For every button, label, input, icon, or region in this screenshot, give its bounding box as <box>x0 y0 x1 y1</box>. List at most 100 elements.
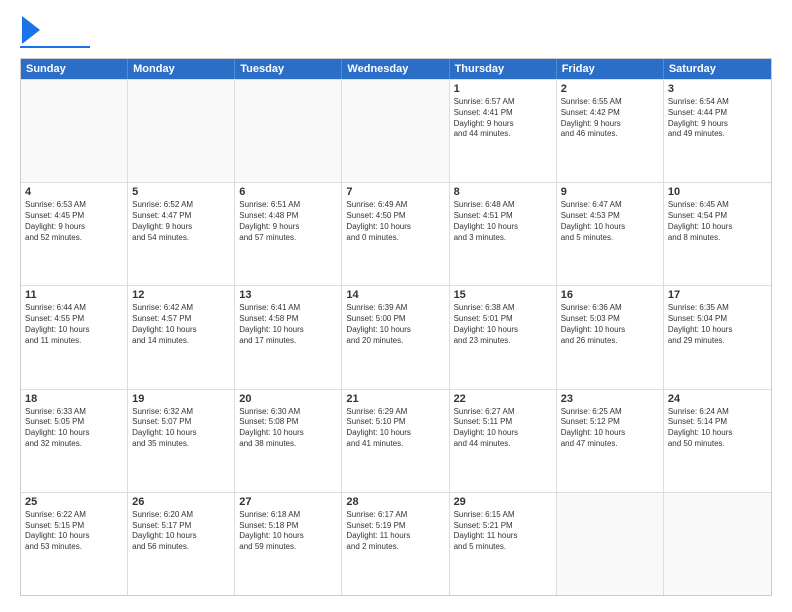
calendar-cell: 1Sunrise: 6:57 AM Sunset: 4:41 PM Daylig… <box>450 80 557 182</box>
day-number: 16 <box>561 289 659 301</box>
day-info: Sunrise: 6:42 AM Sunset: 4:57 PM Dayligh… <box>132 303 230 346</box>
day-number: 1 <box>454 83 552 95</box>
day-info: Sunrise: 6:45 AM Sunset: 4:54 PM Dayligh… <box>668 200 767 243</box>
calendar-cell: 9 Sunrise: 6:47 AM Sunset: 4:53 PM Daylig… <box>557 183 664 285</box>
calendar-header-day: Sunday <box>21 59 128 79</box>
calendar-cell <box>235 80 342 182</box>
calendar-cell: 22 Sunrise: 6:27 AM Sunset: 5:11 PM Dayli… <box>450 390 557 492</box>
day-info: Sunrise: 6:51 AM Sunset: 4:48 PM Dayligh… <box>239 200 337 243</box>
day-info: Sunrise: 6:25 AM Sunset: 5:12 PM Dayligh… <box>561 407 659 450</box>
day-number: 12 <box>132 289 230 301</box>
calendar-cell <box>21 80 128 182</box>
calendar-cell: 4 Sunrise: 6:53 AM Sunset: 4:45 PM Daylig… <box>21 183 128 285</box>
day-info: Sunrise: 6:47 AM Sunset: 4:53 PM Dayligh… <box>561 200 659 243</box>
day-number: 21 <box>346 393 444 405</box>
calendar-cell: 5 Sunrise: 6:52 AM Sunset: 4:47 PM Daylig… <box>128 183 235 285</box>
calendar-header-day: Thursday <box>450 59 557 79</box>
calendar-header: SundayMondayTuesdayWednesdayThursdayFrid… <box>21 59 771 79</box>
day-number: 10 <box>668 186 767 198</box>
calendar-cell: 14 Sunrise: 6:39 AM Sunset: 5:00 PM Dayli… <box>342 286 449 388</box>
calendar-cell: 6 Sunrise: 6:51 AM Sunset: 4:48 PM Daylig… <box>235 183 342 285</box>
day-number: 29 <box>454 496 552 508</box>
day-number: 5 <box>132 186 230 198</box>
calendar-cell: 8 Sunrise: 6:48 AM Sunset: 4:51 PM Daylig… <box>450 183 557 285</box>
calendar-cell: 26 Sunrise: 6:20 AM Sunset: 5:17 PM Dayli… <box>128 493 235 595</box>
day-info: Sunrise: 6:54 AM Sunset: 4:44 PM Dayligh… <box>668 97 767 140</box>
calendar-cell: 10 Sunrise: 6:45 AM Sunset: 4:54 PM Dayli… <box>664 183 771 285</box>
calendar-cell: 17 Sunrise: 6:35 AM Sunset: 5:04 PM Dayli… <box>664 286 771 388</box>
day-number: 28 <box>346 496 444 508</box>
calendar: SundayMondayTuesdayWednesdayThursdayFrid… <box>20 58 772 596</box>
day-number: 19 <box>132 393 230 405</box>
day-number: 11 <box>25 289 123 301</box>
calendar-header-day: Monday <box>128 59 235 79</box>
calendar-cell: 18Sunrise: 6:33 AM Sunset: 5:05 PM Dayli… <box>21 390 128 492</box>
logo-triangle-icon <box>22 16 40 44</box>
day-number: 7 <box>346 186 444 198</box>
day-info: Sunrise: 6:36 AM Sunset: 5:03 PM Dayligh… <box>561 303 659 346</box>
day-number: 4 <box>25 186 123 198</box>
calendar-cell: 20 Sunrise: 6:30 AM Sunset: 5:08 PM Dayli… <box>235 390 342 492</box>
day-info: Sunrise: 6:18 AM Sunset: 5:18 PM Dayligh… <box>239 510 337 553</box>
day-number: 2 <box>561 83 659 95</box>
calendar-cell: 28 Sunrise: 6:17 AM Sunset: 5:19 PM Dayli… <box>342 493 449 595</box>
calendar-cell <box>342 80 449 182</box>
day-info: Sunrise: 6:55 AM Sunset: 4:42 PM Dayligh… <box>561 97 659 140</box>
day-number: 18 <box>25 393 123 405</box>
logo-underline <box>20 46 90 48</box>
day-number: 26 <box>132 496 230 508</box>
calendar-header-day: Wednesday <box>342 59 449 79</box>
calendar-row: 1Sunrise: 6:57 AM Sunset: 4:41 PM Daylig… <box>21 79 771 182</box>
day-info: Sunrise: 6:20 AM Sunset: 5:17 PM Dayligh… <box>132 510 230 553</box>
calendar-cell: 29 Sunrise: 6:15 AM Sunset: 5:21 PM Dayli… <box>450 493 557 595</box>
day-number: 23 <box>561 393 659 405</box>
calendar-cell <box>128 80 235 182</box>
calendar-cell: 19 Sunrise: 6:32 AM Sunset: 5:07 PM Dayli… <box>128 390 235 492</box>
day-info: Sunrise: 6:53 AM Sunset: 4:45 PM Dayligh… <box>25 200 123 243</box>
day-number: 15 <box>454 289 552 301</box>
day-info: Sunrise: 6:41 AM Sunset: 4:58 PM Dayligh… <box>239 303 337 346</box>
calendar-cell: 15 Sunrise: 6:38 AM Sunset: 5:01 PM Dayli… <box>450 286 557 388</box>
day-number: 8 <box>454 186 552 198</box>
day-info: Sunrise: 6:52 AM Sunset: 4:47 PM Dayligh… <box>132 200 230 243</box>
day-number: 9 <box>561 186 659 198</box>
calendar-header-day: Tuesday <box>235 59 342 79</box>
day-info: Sunrise: 6:32 AM Sunset: 5:07 PM Dayligh… <box>132 407 230 450</box>
calendar-row: 25 Sunrise: 6:22 AM Sunset: 5:15 PM Dayli… <box>21 492 771 595</box>
day-number: 20 <box>239 393 337 405</box>
calendar-cell: 12 Sunrise: 6:42 AM Sunset: 4:57 PM Dayli… <box>128 286 235 388</box>
calendar-cell: 16 Sunrise: 6:36 AM Sunset: 5:03 PM Dayli… <box>557 286 664 388</box>
day-info: Sunrise: 6:35 AM Sunset: 5:04 PM Dayligh… <box>668 303 767 346</box>
day-info: Sunrise: 6:17 AM Sunset: 5:19 PM Dayligh… <box>346 510 444 553</box>
day-number: 27 <box>239 496 337 508</box>
calendar-cell: 2 Sunrise: 6:55 AM Sunset: 4:42 PM Daylig… <box>557 80 664 182</box>
day-number: 22 <box>454 393 552 405</box>
day-number: 13 <box>239 289 337 301</box>
day-number: 6 <box>239 186 337 198</box>
calendar-cell: 7 Sunrise: 6:49 AM Sunset: 4:50 PM Daylig… <box>342 183 449 285</box>
calendar-cell: 11Sunrise: 6:44 AM Sunset: 4:55 PM Dayli… <box>21 286 128 388</box>
page: SundayMondayTuesdayWednesdayThursdayFrid… <box>0 0 792 612</box>
day-info: Sunrise: 6:39 AM Sunset: 5:00 PM Dayligh… <box>346 303 444 346</box>
day-number: 3 <box>668 83 767 95</box>
calendar-cell <box>557 493 664 595</box>
header <box>20 16 772 48</box>
calendar-cell: 27 Sunrise: 6:18 AM Sunset: 5:18 PM Dayli… <box>235 493 342 595</box>
day-info: Sunrise: 6:38 AM Sunset: 5:01 PM Dayligh… <box>454 303 552 346</box>
calendar-cell: 13 Sunrise: 6:41 AM Sunset: 4:58 PM Dayli… <box>235 286 342 388</box>
day-number: 17 <box>668 289 767 301</box>
day-number: 25 <box>25 496 123 508</box>
calendar-cell: 25 Sunrise: 6:22 AM Sunset: 5:15 PM Dayli… <box>21 493 128 595</box>
calendar-body: 1Sunrise: 6:57 AM Sunset: 4:41 PM Daylig… <box>21 79 771 595</box>
day-info: Sunrise: 6:27 AM Sunset: 5:11 PM Dayligh… <box>454 407 552 450</box>
calendar-header-day: Saturday <box>664 59 771 79</box>
day-info: Sunrise: 6:15 AM Sunset: 5:21 PM Dayligh… <box>454 510 552 553</box>
day-info: Sunrise: 6:30 AM Sunset: 5:08 PM Dayligh… <box>239 407 337 450</box>
day-info: Sunrise: 6:48 AM Sunset: 4:51 PM Dayligh… <box>454 200 552 243</box>
calendar-row: 11Sunrise: 6:44 AM Sunset: 4:55 PM Dayli… <box>21 285 771 388</box>
day-info: Sunrise: 6:49 AM Sunset: 4:50 PM Dayligh… <box>346 200 444 243</box>
day-info: Sunrise: 6:22 AM Sunset: 5:15 PM Dayligh… <box>25 510 123 553</box>
day-number: 14 <box>346 289 444 301</box>
calendar-cell: 24Sunrise: 6:24 AM Sunset: 5:14 PM Dayli… <box>664 390 771 492</box>
calendar-header-day: Friday <box>557 59 664 79</box>
